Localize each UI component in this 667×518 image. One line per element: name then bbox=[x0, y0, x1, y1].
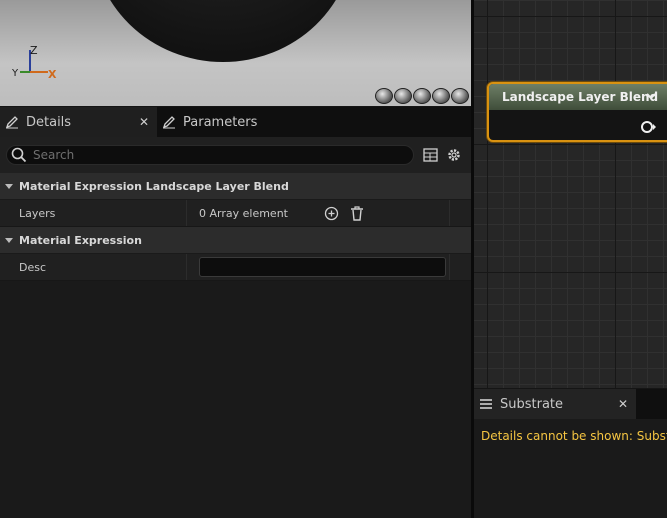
node-header[interactable]: Landscape Layer Blend bbox=[489, 84, 667, 110]
cube-icon[interactable] bbox=[432, 88, 450, 104]
custom-mesh-icon[interactable] bbox=[451, 88, 469, 104]
tab-parameters-label: Parameters bbox=[183, 114, 258, 130]
property-matrix-icon[interactable] bbox=[422, 147, 438, 163]
category-title: Material Expression Landscape Layer Blen… bbox=[19, 179, 289, 193]
gear-icon[interactable] bbox=[446, 147, 462, 163]
trash-icon[interactable] bbox=[349, 205, 365, 221]
close-icon[interactable]: ✕ bbox=[618, 397, 628, 411]
add-element-icon[interactable] bbox=[323, 205, 339, 221]
plane-icon[interactable] bbox=[413, 88, 431, 104]
preview-shape-buttons bbox=[375, 88, 469, 104]
substrate-tabbar: Substrate ✕ bbox=[474, 389, 667, 419]
axis-y-label: Y bbox=[12, 68, 19, 79]
details-tabbar: Details ✕ Parameters bbox=[0, 107, 471, 137]
property-value bbox=[187, 254, 471, 280]
substrate-warning-message: Details cannot be shown: Substra bbox=[481, 429, 667, 443]
material-preview-viewport[interactable]: Z Y X bbox=[0, 0, 471, 106]
tab-details-label: Details bbox=[26, 114, 72, 130]
property-value: 0 Array element bbox=[187, 200, 471, 226]
reset-column bbox=[449, 254, 471, 280]
search-box[interactable] bbox=[6, 145, 414, 165]
chevron-down-icon[interactable] bbox=[645, 90, 657, 102]
node-title: Landscape Layer Blend bbox=[502, 90, 659, 104]
tab-details[interactable]: Details ✕ bbox=[0, 107, 157, 137]
search-icon bbox=[11, 147, 27, 163]
property-row-desc: Desc bbox=[0, 254, 471, 281]
tab-substrate[interactable]: Substrate ✕ bbox=[474, 389, 636, 419]
array-count: 0 Array element bbox=[199, 206, 288, 220]
substrate-panel: Substrate ✕ Details cannot be shown: Sub… bbox=[474, 389, 667, 518]
landscape-layer-blend-node[interactable]: Landscape Layer Blend bbox=[487, 82, 667, 142]
category-material-expression[interactable]: Material Expression bbox=[0, 227, 471, 254]
output-pin-icon[interactable] bbox=[641, 120, 656, 134]
chevron-down-icon bbox=[4, 181, 14, 191]
cylinder-icon[interactable] bbox=[375, 88, 393, 104]
preview-sphere bbox=[92, 0, 354, 62]
material-graph[interactable]: Landscape Layer Blend bbox=[474, 0, 667, 388]
pencil-icon bbox=[161, 114, 177, 130]
property-row-layers: Layers 0 Array element bbox=[0, 200, 471, 227]
tab-parameters[interactable]: Parameters bbox=[157, 107, 265, 137]
chevron-down-icon bbox=[4, 235, 14, 245]
category-landscape-layer-blend[interactable]: Material Expression Landscape Layer Blen… bbox=[0, 173, 471, 200]
close-icon[interactable]: ✕ bbox=[139, 115, 149, 129]
axis-x-label: X bbox=[48, 68, 57, 81]
axis-gizmo: Z Y X bbox=[12, 44, 62, 84]
tab-substrate-label: Substrate bbox=[500, 396, 564, 412]
category-title: Material Expression bbox=[19, 233, 142, 247]
sphere-icon[interactable] bbox=[394, 88, 412, 104]
search-input[interactable] bbox=[33, 148, 393, 162]
axis-z-label: Z bbox=[30, 44, 38, 57]
reset-column bbox=[449, 200, 471, 226]
property-name: Desc bbox=[0, 254, 187, 280]
search-row bbox=[0, 137, 471, 173]
list-icon bbox=[478, 396, 494, 412]
property-name: Layers bbox=[0, 200, 187, 226]
pencil-icon bbox=[4, 114, 20, 130]
desc-field[interactable] bbox=[199, 257, 446, 277]
details-panel: Details ✕ Parameters Material Expression bbox=[0, 107, 471, 518]
